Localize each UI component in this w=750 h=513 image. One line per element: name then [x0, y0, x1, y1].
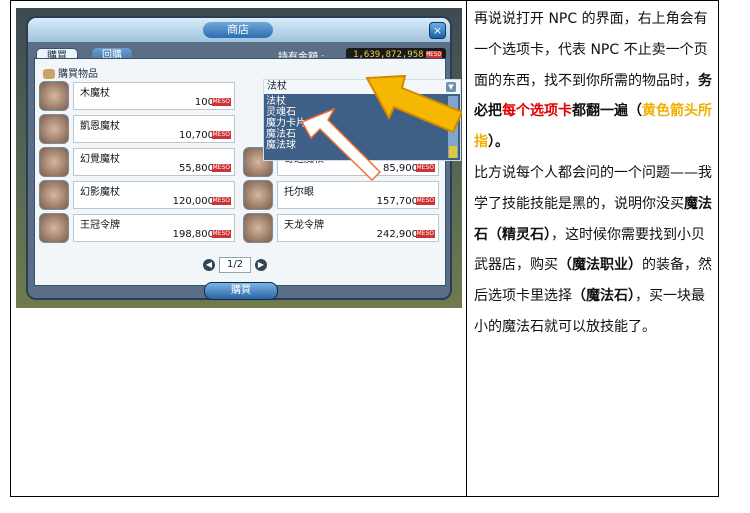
column-divider	[466, 0, 467, 497]
paren-close: ）。	[488, 134, 509, 151]
explanation-text: 再说说打开 NPC 的界面，右上角会有一个选项卡，代表 NPC 不止卖一个页面的…	[474, 4, 714, 343]
emphasis-magic-stone-2: （魔法石）	[572, 288, 635, 305]
emphasis-flip-all: 都翻一遍	[572, 103, 628, 120]
emphasis-magic-class: （魔法职业）	[558, 257, 642, 274]
yellow-arrow	[365, 74, 462, 134]
paren-open: （	[628, 103, 642, 120]
white-arrow	[300, 107, 382, 182]
paragraph-2a: 比方说每个人都会问的一个问题——我学了技能技能是黑的，说明你没买	[474, 164, 712, 212]
shop-screenshot: 商店 × 購買 回購 持有金額 : 1,639,872,958MESO 購買物品…	[16, 8, 462, 308]
annotation-arrows	[300, 74, 462, 182]
emphasis-each-tab: 每个选项卡	[502, 103, 572, 120]
paragraph-1: 再说说打开 NPC 的界面，右上角会有一个选项卡，代表 NPC 不止卖一个页面的…	[474, 11, 708, 89]
